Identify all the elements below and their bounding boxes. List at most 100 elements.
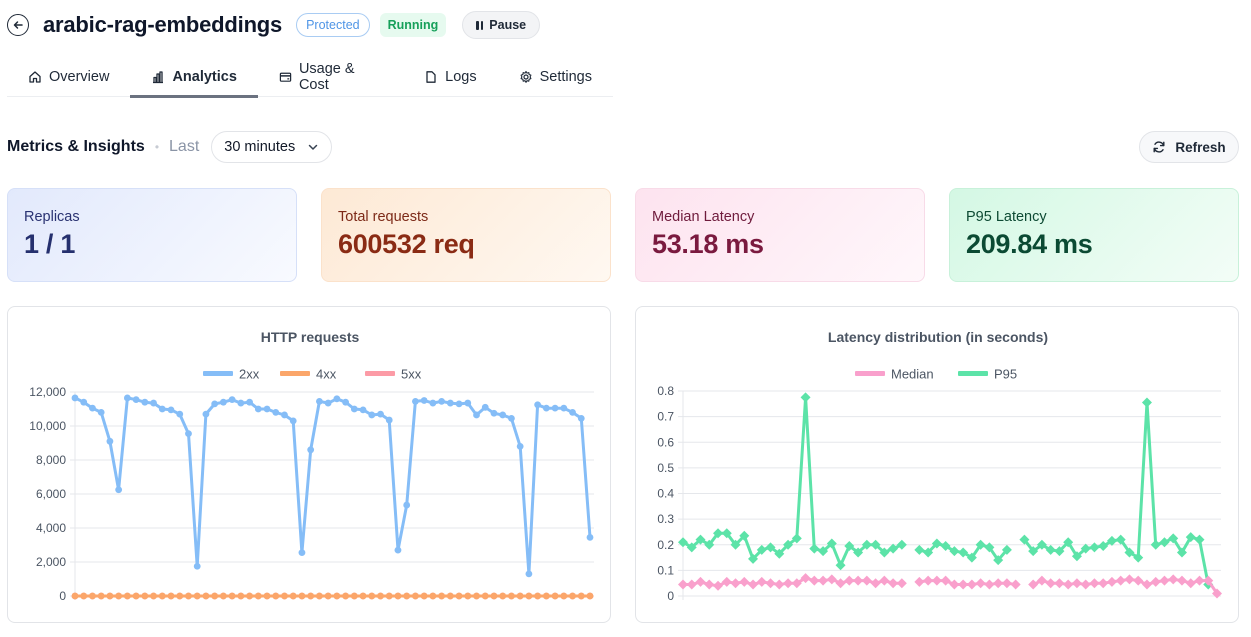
data-point[interactable] <box>1194 575 1205 586</box>
data-point[interactable] <box>150 399 157 407</box>
data-point[interactable] <box>263 405 271 413</box>
data-point[interactable] <box>984 579 995 590</box>
tab-usage-cost[interactable]: Usage & Cost <box>258 57 403 97</box>
data-point[interactable] <box>577 414 585 422</box>
data-point[interactable] <box>542 592 550 600</box>
data-point[interactable] <box>1028 579 1039 590</box>
data-point[interactable] <box>438 397 446 405</box>
data-point[interactable] <box>534 592 542 600</box>
data-point[interactable] <box>525 570 533 578</box>
data-point[interactable] <box>534 401 542 409</box>
data-point[interactable] <box>350 592 358 600</box>
data-point[interactable] <box>368 411 376 419</box>
data-point[interactable] <box>350 405 358 413</box>
data-point[interactable] <box>394 592 402 600</box>
data-point[interactable] <box>420 592 428 600</box>
data-point[interactable] <box>508 592 515 600</box>
data-point[interactable] <box>289 592 297 600</box>
data-point[interactable] <box>438 592 446 600</box>
data-point[interactable] <box>115 592 123 600</box>
data-point[interactable] <box>800 392 811 403</box>
data-point[interactable] <box>333 395 341 403</box>
data-point[interactable] <box>254 592 262 600</box>
data-point[interactable] <box>783 578 794 589</box>
tab-settings[interactable]: Settings <box>498 57 613 97</box>
data-point[interactable] <box>586 592 594 600</box>
data-point[interactable] <box>333 592 341 600</box>
data-point[interactable] <box>516 592 524 600</box>
data-point[interactable] <box>132 592 140 600</box>
data-point[interactable] <box>560 404 568 412</box>
data-point[interactable] <box>202 410 210 418</box>
data-point[interactable] <box>826 574 837 585</box>
data-point[interactable] <box>89 592 96 600</box>
data-point[interactable] <box>132 396 140 404</box>
data-point[interactable] <box>228 592 236 600</box>
data-point[interactable] <box>490 409 498 417</box>
data-point[interactable] <box>237 592 245 600</box>
data-point[interactable] <box>97 592 105 600</box>
data-point[interactable] <box>71 394 79 402</box>
data-point[interactable] <box>958 579 969 590</box>
data-point[interactable] <box>246 398 253 406</box>
data-point[interactable] <box>158 592 166 600</box>
data-point[interactable] <box>525 592 533 600</box>
data-point[interactable] <box>403 592 411 600</box>
data-point[interactable] <box>739 576 750 587</box>
data-point[interactable] <box>721 576 732 587</box>
data-point[interactable] <box>686 579 697 590</box>
data-point[interactable] <box>499 411 507 419</box>
data-point[interactable] <box>1194 534 1205 545</box>
data-point[interactable] <box>1159 537 1170 548</box>
data-point[interactable] <box>481 403 489 411</box>
data-point[interactable] <box>713 580 724 591</box>
data-point[interactable] <box>123 592 131 600</box>
tab-analytics[interactable]: Analytics <box>130 57 259 98</box>
data-point[interactable] <box>1080 579 1091 590</box>
data-point[interactable] <box>1036 575 1047 586</box>
legend-item-4xx[interactable]: 4xx <box>280 367 337 382</box>
data-point[interactable] <box>508 414 515 422</box>
legend-item-2xx[interactable]: 2xx <box>203 367 260 382</box>
data-point[interactable] <box>281 411 288 419</box>
data-point[interactable] <box>272 409 280 416</box>
data-point[interactable] <box>765 578 776 589</box>
data-point[interactable] <box>1045 578 1056 589</box>
data-point[interactable] <box>464 399 472 407</box>
tab-logs[interactable]: Logs <box>403 57 497 97</box>
data-point[interactable] <box>254 405 262 413</box>
data-point[interactable] <box>586 533 594 541</box>
data-point[interactable] <box>993 578 1004 589</box>
data-point[interactable] <box>429 399 437 407</box>
data-point[interactable] <box>896 578 907 589</box>
data-point[interactable] <box>1106 576 1117 587</box>
data-point[interactable] <box>473 411 480 419</box>
data-point[interactable] <box>115 486 123 494</box>
data-point[interactable] <box>678 579 688 590</box>
data-point[interactable] <box>106 437 114 445</box>
data-point[interactable] <box>307 592 315 600</box>
data-point[interactable] <box>158 405 166 413</box>
data-point[interactable] <box>185 592 192 600</box>
data-point[interactable] <box>176 410 184 418</box>
data-point[interactable] <box>141 398 149 406</box>
data-point[interactable] <box>368 592 376 600</box>
data-point[interactable] <box>569 409 576 416</box>
data-point[interactable] <box>569 592 576 600</box>
data-point[interactable] <box>342 398 349 406</box>
data-point[interactable] <box>377 410 384 418</box>
data-point[interactable] <box>1159 575 1170 586</box>
data-point[interactable] <box>1010 579 1021 590</box>
data-point[interactable] <box>403 501 411 509</box>
data-point[interactable] <box>263 592 271 600</box>
data-point[interactable] <box>577 592 585 600</box>
data-point[interactable] <box>359 592 367 600</box>
data-point[interactable] <box>446 399 454 407</box>
data-point[interactable] <box>551 404 559 412</box>
data-point[interactable] <box>412 397 419 405</box>
data-point[interactable] <box>193 592 201 600</box>
data-point[interactable] <box>377 592 384 600</box>
data-point[interactable] <box>298 549 306 557</box>
data-point[interactable] <box>1098 578 1109 589</box>
data-point[interactable] <box>359 406 367 414</box>
